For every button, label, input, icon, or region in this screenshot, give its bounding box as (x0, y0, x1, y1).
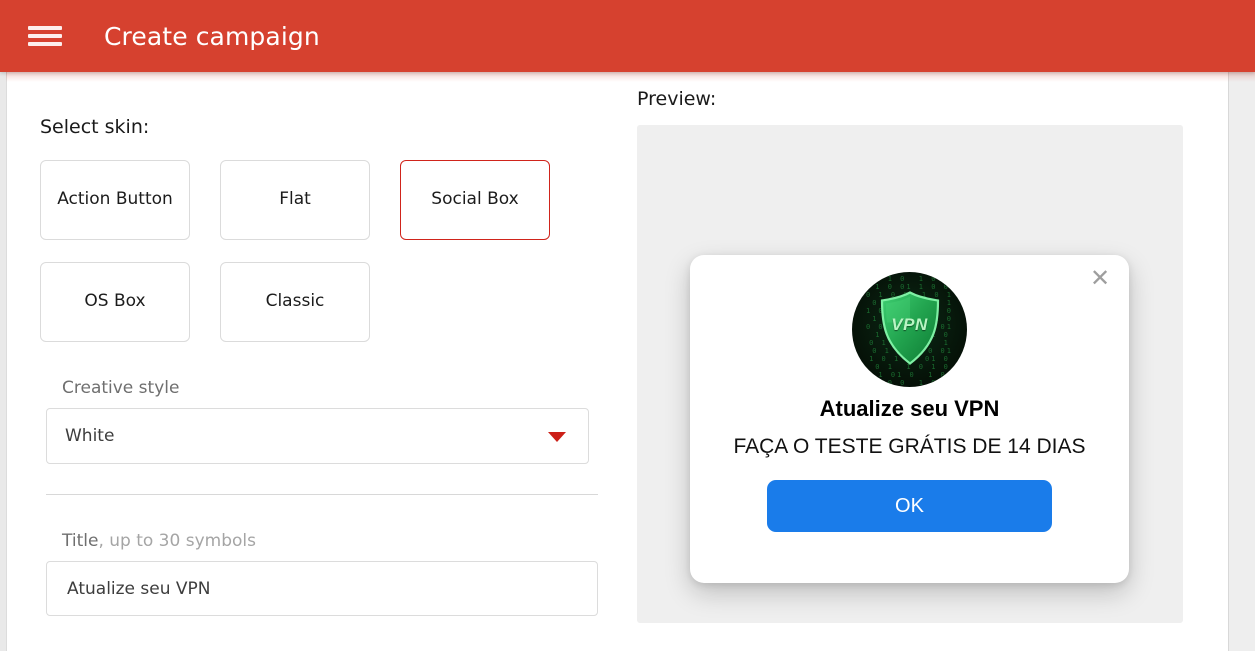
hamburger-bar (28, 26, 62, 30)
title-field-label: Title, up to 30 symbols (62, 531, 600, 551)
title-label-main: Title (62, 531, 99, 551)
title-field-block: Title, up to 30 symbols (40, 531, 600, 616)
skin-options-row-1: Action Button Flat Social Box (40, 160, 600, 240)
skin-option-classic[interactable]: Classic (220, 262, 370, 342)
preview-label: Preview: (637, 88, 717, 110)
modal-title: Atualize seu VPN (819, 396, 1000, 421)
creative-style-value: White (65, 426, 115, 446)
content-card: Select skin: Action Button Flat Social B… (6, 72, 1228, 651)
hamburger-icon[interactable] (28, 23, 62, 49)
title-input[interactable] (46, 561, 598, 616)
hamburger-bar (28, 34, 62, 38)
right-gutter (1228, 72, 1255, 651)
title-label-hint: , up to 30 symbols (98, 531, 256, 551)
campaign-form: Select skin: Action Button Flat Social B… (40, 116, 600, 616)
close-icon[interactable]: ✕ (1085, 264, 1115, 294)
creative-style-field: Creative style White (40, 378, 600, 464)
skin-option-flat[interactable]: Flat (220, 160, 370, 240)
page-title: Create campaign (104, 21, 320, 51)
preview-modal: ✕ 0 1 0 1 0 1 1 0 01 1 0 0 0 1 0 0 1 0 1… (690, 255, 1129, 583)
skin-option-social-box[interactable]: Social Box (400, 160, 550, 240)
preview-panel: Preview: ✕ 0 1 0 1 0 1 1 0 01 1 0 0 0 1 … (637, 88, 1197, 623)
creative-style-label: Creative style (62, 378, 180, 398)
skin-options-row-2: OS Box Classic (40, 262, 600, 342)
creative-style-select[interactable]: White (46, 408, 589, 464)
app-root: Create campaign Select skin: Action Butt… (0, 0, 1255, 651)
vpn-shield-logo: 0 1 0 1 0 1 1 0 01 1 0 0 0 1 0 0 1 0 1 0… (852, 272, 967, 387)
form-divider (46, 494, 598, 495)
select-skin-label: Select skin: (40, 116, 150, 138)
hamburger-bar (28, 42, 62, 46)
app-header: Create campaign (0, 0, 1255, 72)
vpn-logo-text: VPN (891, 314, 928, 334)
modal-body-text: FAÇA O TESTE GRÁTIS DE 14 DIAS (733, 435, 1086, 458)
ok-button[interactable]: OK (767, 480, 1052, 532)
skin-option-action-button[interactable]: Action Button (40, 160, 190, 240)
skin-option-os-box[interactable]: OS Box (40, 262, 190, 342)
preview-stage: ✕ 0 1 0 1 0 1 1 0 01 1 0 0 0 1 0 0 1 0 1… (637, 125, 1183, 623)
chevron-down-icon (548, 432, 566, 442)
